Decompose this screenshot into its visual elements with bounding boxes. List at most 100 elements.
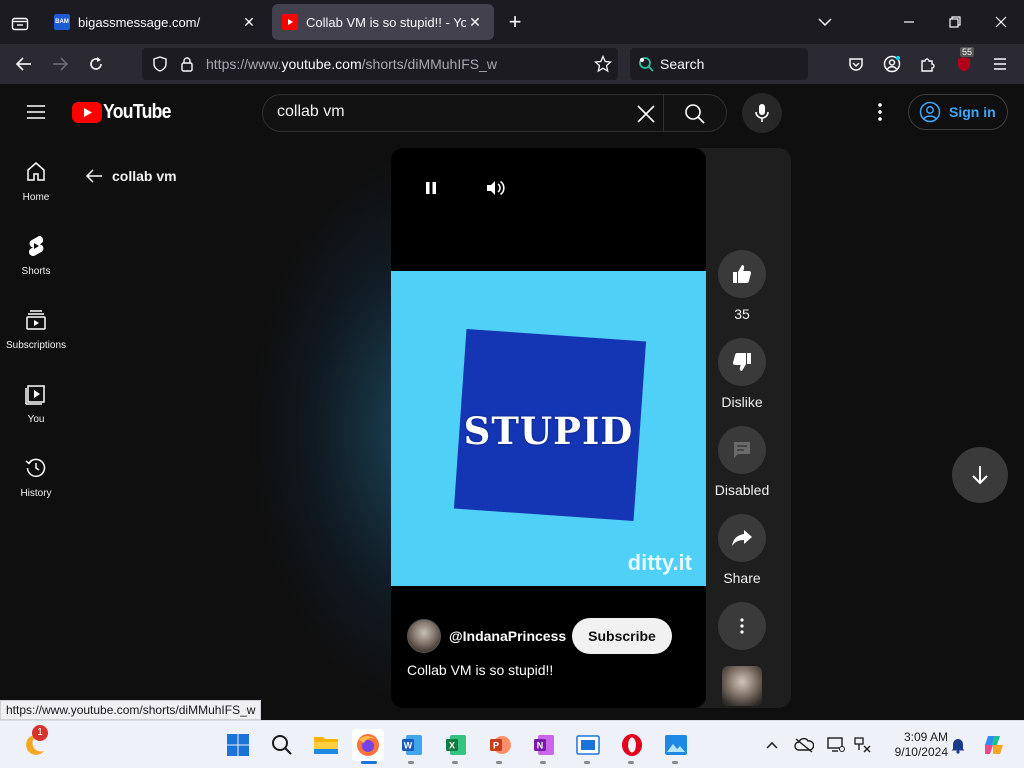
back-label: collab vm [112, 168, 177, 184]
bookmark-star-icon[interactable] [594, 55, 612, 73]
forward-button[interactable] [46, 50, 74, 78]
onenote-button[interactable]: N [528, 729, 560, 761]
like-button[interactable] [718, 250, 766, 298]
account-button[interactable] [878, 50, 906, 78]
powerpoint-button[interactable]: P [484, 729, 516, 761]
sign-in-button[interactable]: Sign in [908, 94, 1008, 130]
nav-item-history[interactable]: History [0, 456, 72, 520]
nav-item-you[interactable]: You [0, 382, 72, 446]
settings-more-button[interactable] [868, 100, 892, 124]
shield-icon[interactable] [152, 56, 168, 72]
excel-button[interactable]: X [440, 729, 472, 761]
nav-item-shorts[interactable]: Shorts [0, 234, 72, 298]
channel-handle[interactable]: @IndanaPrincess [449, 628, 566, 644]
tab-youtube[interactable]: Collab VM is so stupid!! - YouTube ✕ [272, 4, 494, 40]
list-all-tabs-button[interactable] [810, 8, 840, 36]
firefox-button[interactable] [352, 729, 384, 761]
extensions-button[interactable] [914, 50, 942, 78]
onedrive-button[interactable] [788, 729, 820, 761]
share-arrow-icon [732, 530, 752, 546]
youtube-logo-text[interactable]: YouTube [103, 101, 171, 124]
system-clock[interactable]: 3:09 AM 9/10/2024 [880, 730, 948, 760]
sound-source-thumbnail[interactable] [722, 666, 762, 706]
powerpoint-icon: P [490, 736, 511, 754]
cloud-offline-icon [794, 737, 814, 753]
copilot-button[interactable] [978, 729, 1010, 761]
word-button[interactable]: W [396, 729, 428, 761]
file-explorer-button[interactable] [310, 729, 342, 761]
restore-button[interactable] [940, 8, 970, 36]
new-tab-button[interactable]: + [502, 10, 528, 36]
search-icon [272, 735, 292, 755]
minimize-button[interactable] [894, 8, 924, 36]
comment-icon [734, 442, 750, 458]
tab-bigassmessage[interactable]: BAM bigassmessage.com/ ✕ [44, 4, 268, 40]
excel-icon: X [446, 735, 466, 755]
widgets-badge: 1 [32, 725, 48, 741]
video-frame[interactable]: STUPID ditty.it [391, 271, 706, 586]
pause-button[interactable] [419, 176, 443, 200]
menu-button[interactable] [986, 50, 1014, 78]
extension-button[interactable]: 55 [950, 47, 978, 78]
app-window-button[interactable] [572, 729, 604, 761]
nav-item-subscriptions[interactable]: Subscriptions [0, 308, 72, 372]
running-app-indicator [584, 761, 590, 764]
search-icon [685, 104, 705, 124]
close-tab-icon[interactable]: ✕ [466, 13, 484, 31]
chevron-down-icon [818, 18, 832, 27]
dislike-button[interactable] [718, 338, 766, 386]
short-caption[interactable]: Collab VM is so stupid!! [407, 662, 553, 678]
shorts-player[interactable]: STUPID ditty.it @IndanaPrincess Subscrib… [391, 148, 706, 708]
tab-title: bigassmessage.com/ [78, 14, 201, 30]
youtube-page: YouTube Sign in Home Shorts [0, 84, 1024, 720]
home-icon [27, 162, 45, 181]
widgets-button[interactable]: 1 [18, 725, 50, 761]
network-disconnected-icon [854, 737, 871, 753]
close-window-button[interactable] [986, 8, 1016, 36]
back-to-search-button[interactable]: collab vm [84, 164, 177, 188]
thumbs-up-icon [733, 265, 752, 283]
back-button[interactable] [10, 50, 38, 78]
photos-button[interactable] [660, 729, 692, 761]
youtube-search-button[interactable] [683, 102, 707, 126]
you-icon [25, 385, 45, 405]
network-button[interactable] [846, 729, 878, 761]
arrow-down-icon [972, 466, 988, 485]
close-tab-icon[interactable]: ✕ [240, 13, 258, 31]
subscribe-button[interactable]: Subscribe [572, 618, 672, 654]
youtube-logo-icon[interactable] [72, 102, 102, 123]
minimize-icon [904, 21, 914, 23]
lock-icon[interactable] [180, 56, 194, 72]
show-hidden-icons-button[interactable] [756, 729, 788, 761]
hamburger-menu-icon [994, 58, 1006, 70]
channel-avatar[interactable] [407, 619, 441, 653]
nav-item-home[interactable]: Home [0, 160, 72, 224]
taskbar-search-button[interactable] [266, 729, 298, 761]
running-app-indicator [628, 761, 634, 764]
search-placeholder: Search [660, 56, 705, 72]
browser-search-bar[interactable]: Search [630, 48, 808, 80]
share-button[interactable] [718, 514, 766, 562]
voice-search-button[interactable] [742, 93, 782, 133]
tab-list-button[interactable] [6, 10, 34, 36]
pocket-button[interactable] [842, 50, 870, 78]
video-watermark: ditty.it [627, 550, 692, 575]
dislike-action: Dislike [718, 338, 766, 410]
opera-button[interactable] [616, 729, 648, 761]
next-short-button[interactable] [952, 447, 1008, 503]
comments-button[interactable] [718, 426, 766, 474]
guide-menu-button[interactable] [24, 100, 48, 124]
reload-button[interactable] [82, 50, 110, 78]
start-button[interactable] [222, 729, 254, 761]
youtube-search-input[interactable] [277, 103, 627, 121]
url-bar[interactable]: https://www.youtube.com/shorts/diMMuhIFS… [142, 48, 618, 80]
sign-in-label: Sign in [949, 104, 996, 120]
clear-search-button[interactable] [635, 103, 657, 125]
microphone-icon [755, 104, 769, 122]
running-app-indicator [452, 761, 458, 764]
mute-button[interactable] [483, 176, 507, 200]
arrow-left-icon [85, 169, 102, 183]
browser-nav-bar: https://www.youtube.com/shorts/diMMuhIFS… [0, 44, 1024, 84]
more-options-button[interactable] [718, 602, 766, 650]
notifications-button[interactable] [942, 729, 974, 761]
